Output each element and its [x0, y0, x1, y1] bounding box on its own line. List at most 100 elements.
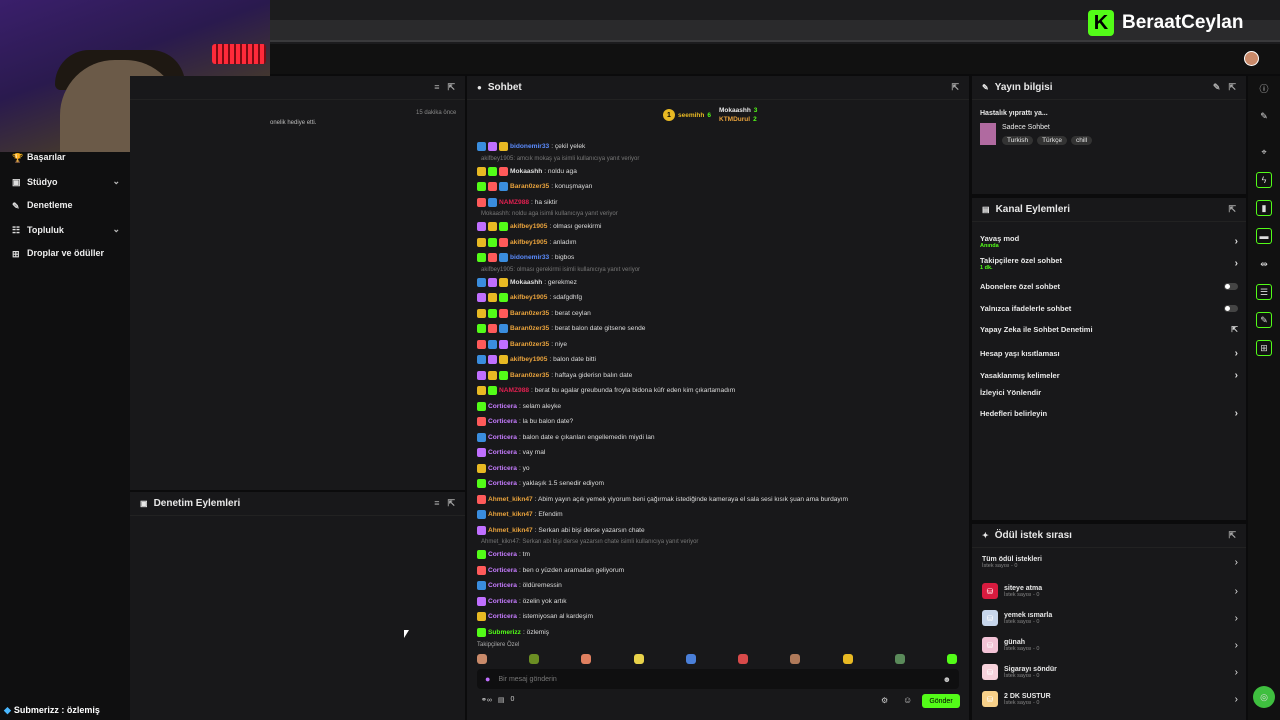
- chat-username[interactable]: Baran0zer35: [510, 341, 549, 348]
- reward-row[interactable]: ⛁ Sigarayı söndür İstek sayısı - 0 ›: [982, 664, 1238, 680]
- chat-message[interactable]: Submerizz: özlemiş: [477, 627, 549, 637]
- settings-icon[interactable]: ⚙: [881, 696, 888, 705]
- chat-username[interactable]: Submerizz: [488, 629, 521, 636]
- grid-icon[interactable]: ⊞: [1256, 340, 1272, 356]
- chat-username[interactable]: Corticera: [488, 480, 517, 487]
- link-icon[interactable]: ⇹: [1256, 256, 1272, 272]
- chat-username[interactable]: Corticera: [488, 403, 517, 410]
- chat-message[interactable]: Ahmet_kikn47: Efendim: [477, 510, 563, 519]
- chat-username[interactable]: akifbey1905: [510, 294, 547, 301]
- channel-action-row[interactable]: İzleyici Yönlendir: [980, 388, 1238, 397]
- pencil-icon[interactable]: ✎: [1256, 108, 1272, 124]
- emote-icon[interactable]: [738, 654, 749, 664]
- filter-icon[interactable]: ≡: [434, 498, 439, 509]
- chat-username[interactable]: Baran0zer35: [510, 372, 549, 379]
- sidebar-item-achievements[interactable]: 🏆 Başarılar: [12, 152, 120, 163]
- chat-message[interactable]: Corticera: yo: [477, 463, 530, 473]
- lightning-icon[interactable]: ϟ: [1256, 172, 1272, 188]
- chat-username[interactable]: NAMZ988: [499, 199, 529, 206]
- chat-username[interactable]: Corticera: [488, 551, 517, 558]
- chat-username[interactable]: Corticera: [488, 434, 517, 441]
- mic-icon[interactable]: ●: [485, 674, 490, 684]
- chat-username[interactable]: Corticera: [488, 465, 517, 472]
- chat-username[interactable]: Ahmet_kikn47: [488, 496, 533, 503]
- edit-icon[interactable]: ✎: [1213, 82, 1221, 93]
- chat-message[interactable]: Corticera: öldüremessin: [477, 581, 562, 590]
- chat-message[interactable]: Corticera: vay mal: [477, 448, 545, 457]
- chat-username[interactable]: Corticera: [488, 598, 517, 605]
- filter-icon[interactable]: ≡: [434, 82, 439, 93]
- chat-username[interactable]: Mokaashh: [510, 279, 542, 286]
- chat-message[interactable]: Corticera: ben o yüzden aramadan geliyor…: [477, 565, 624, 575]
- chat-message[interactable]: Corticera: istemiyosan al kardeşim: [477, 612, 593, 621]
- chat-message[interactable]: NAMZ988: berat bu agalar greubunda froyl…: [477, 386, 735, 395]
- chat-username[interactable]: NAMZ988: [499, 387, 529, 394]
- chat-username[interactable]: akifbey1905: [510, 239, 547, 246]
- chat-message[interactable]: Ahmet_kikn47: Abim yayın açık yemek yiyo…: [477, 494, 848, 504]
- channel-action-row[interactable]: Yavaş mod Anında ›: [980, 234, 1238, 249]
- chat-message[interactable]: bidonemir33: çekil yelek: [477, 142, 585, 151]
- chat-message[interactable]: akifbey1905: balon date bitti: [477, 355, 596, 364]
- sidebar-item-community[interactable]: ☷ Topluluk ⌄: [12, 224, 120, 235]
- chat-username[interactable]: bidonemir33: [510, 143, 549, 150]
- sidebar-item-studio[interactable]: ▣ Stüdyo ⌄: [12, 176, 120, 187]
- emote-icon[interactable]: [529, 654, 540, 664]
- chat-message[interactable]: bidonemir33: bigbos: [477, 253, 574, 262]
- toggle-switch[interactable]: [1224, 283, 1238, 290]
- chat-username[interactable]: Mokaashh: [510, 168, 542, 175]
- sidebar-item-moderation[interactable]: ✎ Denetleme: [12, 200, 120, 211]
- emote-icon[interactable]: [894, 654, 905, 664]
- popout-icon[interactable]: ⇱: [1228, 82, 1236, 93]
- chat-username[interactable]: Ahmet_kikn47: [488, 511, 533, 518]
- chat-message[interactable]: Corticera: selam aleyke: [477, 401, 561, 411]
- reward-row[interactable]: ⛁ siteye atma İstek sayısı - 0 ›: [982, 583, 1238, 599]
- emote-icon[interactable]: [946, 654, 957, 664]
- chat-message[interactable]: Corticera: balon date e çıkanları engell…: [477, 432, 655, 442]
- chat-username[interactable]: Corticera: [488, 418, 517, 425]
- chat-message[interactable]: Baran0zer35: niye: [477, 339, 567, 349]
- chat-message[interactable]: Ahmet_kikn47: Serkan abi bişi derse yaza…: [477, 525, 645, 535]
- emote-icon[interactable]: [633, 654, 644, 664]
- chat-message[interactable]: Baran0zer35: berat ceylan: [477, 308, 591, 318]
- emote-icon[interactable]: [842, 654, 853, 664]
- chat-message[interactable]: Corticera: tm: [477, 550, 530, 559]
- reward-row[interactable]: ⛁ 2 DK SUSTUR İstek sayısı - 0 ›: [982, 691, 1238, 707]
- sidebar-item-drops[interactable]: ⊞ Droplar ve ödüller: [12, 248, 120, 259]
- channel-action-row[interactable]: Takipçilere özel sohbet 1 dk. ›: [980, 256, 1238, 271]
- chat-message[interactable]: akifbey1905: anladım: [477, 237, 577, 247]
- emote-icon[interactable]: [685, 654, 696, 664]
- popout-icon[interactable]: ⇱: [1228, 530, 1236, 541]
- emote-icon[interactable]: [477, 654, 487, 664]
- chat-message[interactable]: Baran0zer35: haftaya giderisn balın date: [477, 370, 632, 380]
- crosshair-icon[interactable]: ⌖: [1256, 144, 1272, 160]
- popout-icon[interactable]: ⇱: [447, 82, 455, 93]
- chat-username[interactable]: Baran0zer35: [510, 183, 549, 190]
- chat-message[interactable]: Corticera: özelin yok artık: [477, 596, 567, 606]
- chat-username[interactable]: Corticera: [488, 449, 517, 456]
- emote-icon[interactable]: [790, 654, 801, 664]
- link-icon[interactable]: ⚭∞: [481, 696, 492, 704]
- chat-message[interactable]: akifbey1905: sdafgdhfg: [477, 293, 582, 302]
- chat-message[interactable]: akifbey1905: olması gerekirmi: [477, 222, 601, 231]
- send-button[interactable]: Gönder: [922, 694, 960, 708]
- chat-username[interactable]: Baran0zer35: [510, 310, 549, 317]
- popout-icon[interactable]: ⇱: [1228, 204, 1236, 215]
- chat-message[interactable]: Corticera: yaklaşık 1.5 senedir ediyom: [477, 479, 604, 488]
- chat-message[interactable]: Corticera: la bu balon date?: [477, 417, 573, 426]
- avatar[interactable]: [1244, 51, 1259, 66]
- chat-username[interactable]: akifbey1905: [510, 223, 547, 230]
- chat-username[interactable]: Corticera: [488, 613, 517, 620]
- chat-username[interactable]: Baran0zer35: [510, 325, 549, 332]
- toggle-switch[interactable]: [1224, 305, 1238, 312]
- emote-icon[interactable]: [581, 654, 592, 664]
- channel-action-row[interactable]: Abonelere özel sohbet: [980, 282, 1238, 291]
- channel-action-row[interactable]: Hedefleri belirleyin ›: [980, 408, 1238, 419]
- chat-username[interactable]: Corticera: [488, 582, 517, 589]
- all-rewards-row[interactable]: Tüm ödül istekleri İstek sayısı - 0 ›: [982, 556, 1238, 569]
- channel-action-row[interactable]: Yasaklanmış kelimeler ›: [980, 370, 1238, 381]
- help-icon[interactable]: ◎: [1253, 686, 1275, 708]
- chat-icon[interactable]: ▬: [1256, 228, 1272, 244]
- gift-icon[interactable]: ▤: [498, 696, 505, 704]
- reward-row[interactable]: ⛁ günah İstek sayısı - 0 ›: [982, 637, 1238, 653]
- chat-username[interactable]: bidonemir33: [510, 254, 549, 261]
